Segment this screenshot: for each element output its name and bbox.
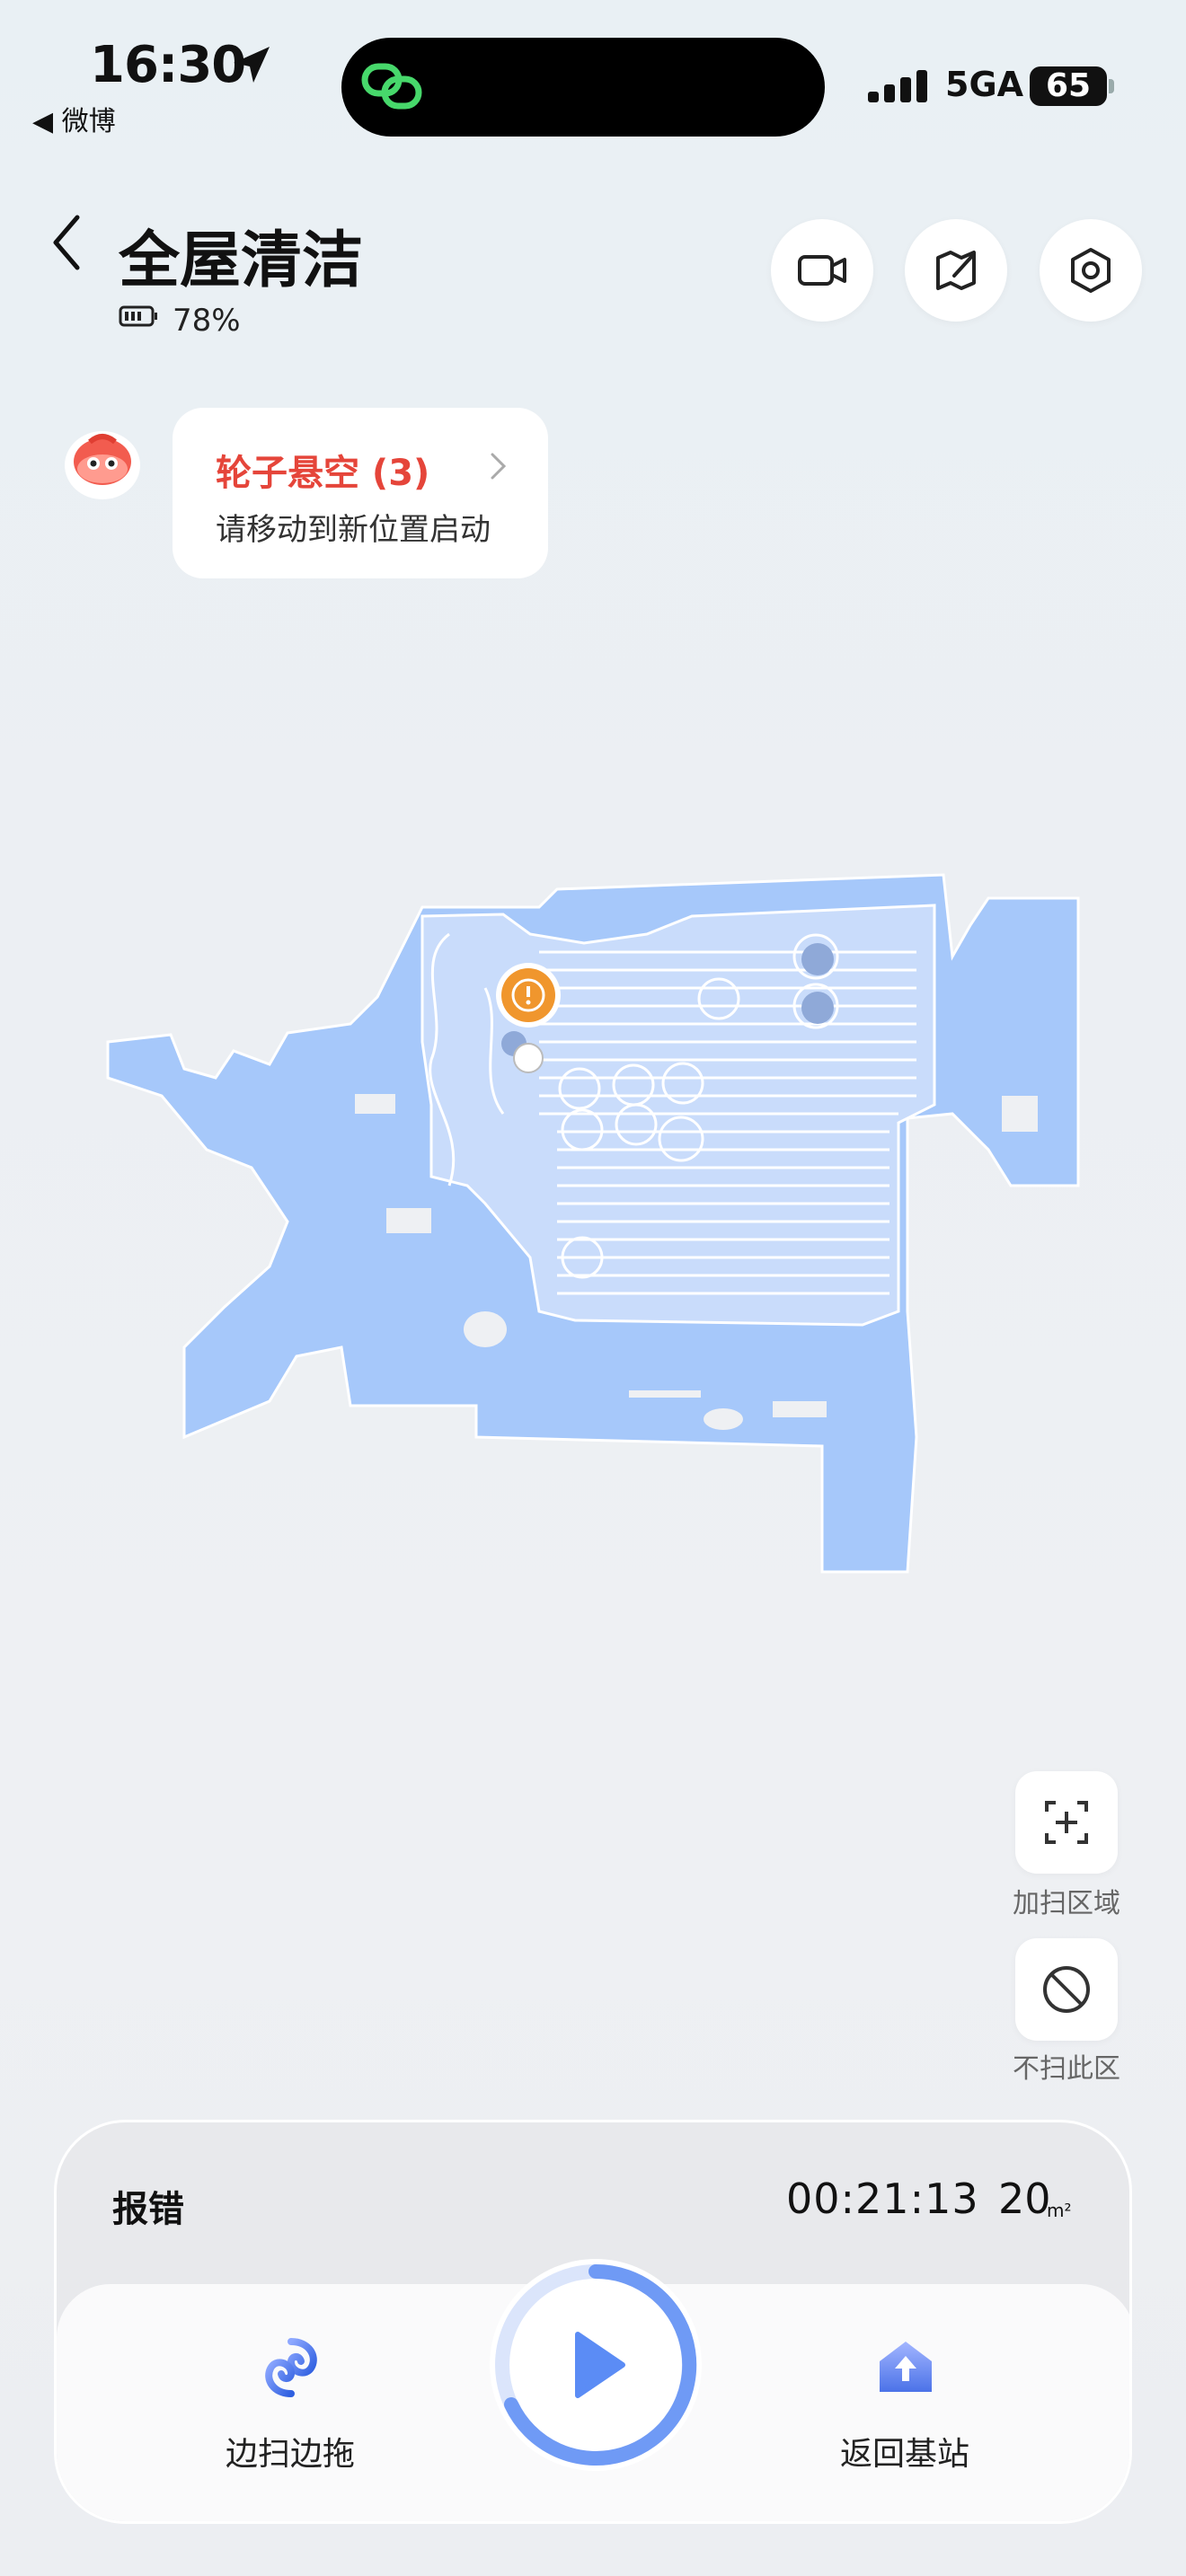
return-dock-button[interactable]: 返回基站 bbox=[761, 2320, 1049, 2473]
chevron-right-icon bbox=[491, 453, 507, 480]
status-time: 16:30 bbox=[90, 36, 246, 94]
error-alert-card[interactable]: 轮子悬空 (3) 请移动到新位置启动 bbox=[173, 408, 548, 578]
device-battery-level: 78% bbox=[173, 303, 241, 339]
alert-message: 请移动到新位置启动 bbox=[216, 512, 491, 548]
cleaned-area: 20 bbox=[998, 2175, 1051, 2223]
video-button[interactable] bbox=[771, 219, 873, 322]
video-icon bbox=[798, 255, 846, 286]
alert-title: 轮子悬空 (3) bbox=[216, 453, 430, 494]
device-battery-icon bbox=[119, 305, 157, 327]
warning-icon bbox=[496, 963, 561, 1028]
clean-mode-label: 边扫边拖 bbox=[225, 2436, 355, 2473]
cleaning-map[interactable] bbox=[0, 808, 1186, 1707]
elapsed-time: 00:21:13 bbox=[786, 2175, 979, 2223]
no-go-zone-button[interactable] bbox=[1015, 1938, 1118, 2041]
back-button[interactable] bbox=[45, 207, 90, 278]
no-go-zone-label: 不扫此区 bbox=[1013, 2053, 1120, 2085]
link-chain-icon bbox=[361, 63, 422, 110]
edit-map-button[interactable] bbox=[905, 219, 1007, 322]
edit-map-icon bbox=[936, 251, 976, 290]
back-to-app-link[interactable]: ◀ 微博 bbox=[32, 99, 116, 138]
area-unit: m² bbox=[1047, 2200, 1072, 2221]
sweep-mop-icon bbox=[265, 2338, 317, 2397]
settings-icon bbox=[1071, 248, 1111, 293]
add-area-button[interactable] bbox=[1015, 1771, 1118, 1874]
control-panel: 报错 00:21:13 20 m² 边扫边拖 返回基站 bbox=[54, 2120, 1132, 2524]
robot-mascot-icon bbox=[65, 431, 140, 499]
add-area-label: 加扫区域 bbox=[1013, 1888, 1120, 1919]
settings-button[interactable] bbox=[1040, 219, 1142, 322]
add-area-icon bbox=[1045, 1801, 1088, 1844]
signal-icon bbox=[868, 70, 927, 102]
no-entry-icon bbox=[1043, 1966, 1090, 2013]
return-home-icon bbox=[880, 2342, 932, 2392]
battery-tip bbox=[1109, 79, 1114, 93]
network-type: 5GA bbox=[945, 65, 1024, 104]
clean-mode-button[interactable]: 边扫边拖 bbox=[146, 2320, 434, 2473]
location-arrow-icon bbox=[234, 47, 270, 83]
page-title: 全屋清洁 bbox=[119, 225, 364, 296]
play-button[interactable] bbox=[486, 2255, 705, 2475]
error-label[interactable]: 报错 bbox=[112, 2180, 184, 2232]
return-dock-label: 返回基站 bbox=[839, 2436, 969, 2473]
phone-battery: 65 bbox=[1030, 66, 1107, 106]
